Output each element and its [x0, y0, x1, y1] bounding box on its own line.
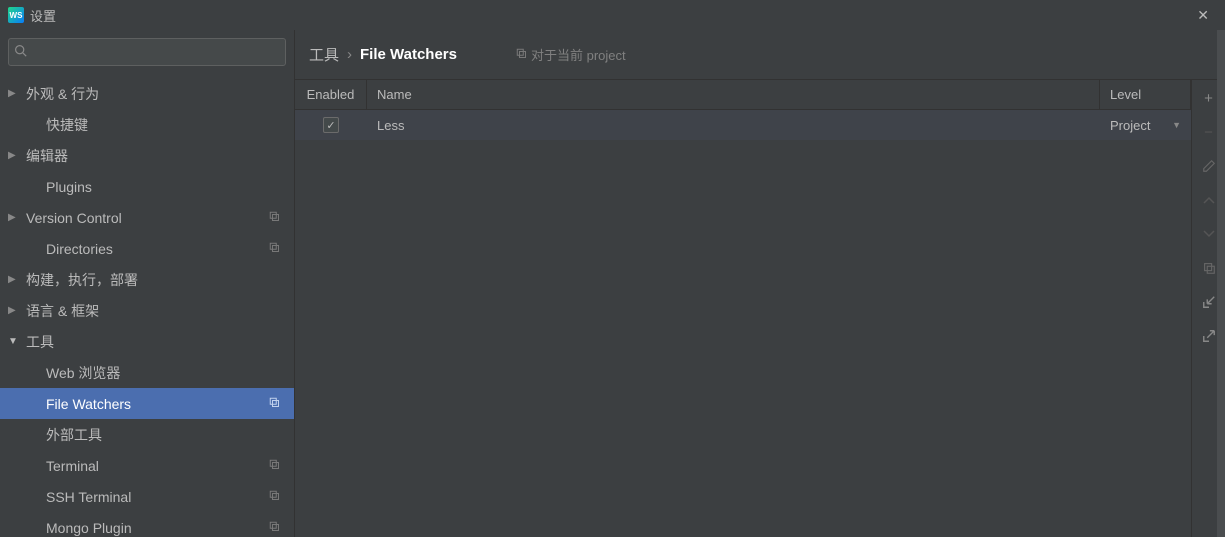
sidebar-item-7[interactable]: ▶语言 & 框架: [0, 295, 294, 326]
sidebar-item-5[interactable]: Directories: [0, 233, 294, 264]
sidebar-item-label: 语言 & 框架: [24, 301, 286, 321]
sidebar-item-label: Directories: [46, 241, 268, 257]
column-level[interactable]: Level: [1100, 80, 1191, 109]
sidebar-item-label: 编辑器: [24, 146, 286, 166]
sidebar-item-6[interactable]: ▶构建，执行，部署: [0, 264, 294, 295]
project-scope-icon: [268, 396, 286, 411]
project-scope-icon: [268, 210, 286, 225]
chevron-right-icon[interactable]: ▶: [8, 150, 24, 161]
enabled-checkbox[interactable]: ✓: [323, 117, 339, 133]
project-scope-icon: [268, 241, 286, 256]
chevron-down-icon[interactable]: ▼: [8, 336, 24, 347]
sidebar-item-label: SSH Terminal: [46, 489, 268, 505]
scope-label: 对于当前 project: [515, 45, 626, 64]
chevron-right-icon[interactable]: ▶: [8, 305, 24, 316]
search-input[interactable]: [8, 38, 286, 66]
sidebar-item-10[interactable]: File Watchers: [0, 388, 294, 419]
copy-icon: [515, 47, 527, 62]
table-body: ✓ Less Project ▼: [295, 110, 1191, 537]
project-scope-icon: [268, 458, 286, 473]
table-row[interactable]: ✓ Less Project ▼: [295, 110, 1191, 140]
sidebar-item-12[interactable]: Terminal: [0, 450, 294, 481]
sidebar-item-label: Version Control: [24, 210, 268, 226]
sidebar-item-label: 外观 & 行为: [24, 84, 286, 104]
breadcrumb-separator: ›: [347, 46, 352, 63]
row-name: Less: [367, 110, 1100, 140]
window-title: 设置: [30, 6, 56, 25]
search-icon: [14, 44, 27, 60]
sidebar-item-8[interactable]: ▼工具: [0, 326, 294, 357]
sidebar-item-9[interactable]: Web 浏览器: [0, 357, 294, 388]
scrollbar[interactable]: [1217, 30, 1225, 537]
chevron-right-icon[interactable]: ▶: [8, 212, 24, 223]
breadcrumb-current: File Watchers: [360, 46, 457, 63]
sidebar-item-14[interactable]: Mongo Plugin: [0, 512, 294, 537]
column-name[interactable]: Name: [367, 80, 1100, 109]
sidebar-item-label: Mongo Plugin: [46, 520, 268, 536]
titlebar: WS 设置 ✕: [0, 0, 1225, 30]
breadcrumb-parent[interactable]: 工具: [309, 44, 339, 65]
sidebar-item-13[interactable]: SSH Terminal: [0, 481, 294, 512]
sidebar-item-label: Terminal: [46, 458, 268, 474]
close-button[interactable]: ✕: [1189, 3, 1217, 28]
table-header: Enabled Name Level: [295, 80, 1191, 110]
column-enabled[interactable]: Enabled: [295, 80, 367, 109]
sidebar-item-2[interactable]: ▶编辑器: [0, 140, 294, 171]
breadcrumb: 工具 › File Watchers 对于当前 project: [295, 30, 1225, 79]
chevron-right-icon[interactable]: ▶: [8, 274, 24, 285]
content-panel: 工具 › File Watchers 对于当前 project Enabled …: [295, 30, 1225, 537]
sidebar-item-label: Web 浏览器: [46, 363, 286, 383]
sidebar-item-11[interactable]: 外部工具: [0, 419, 294, 450]
sidebar-item-label: Plugins: [46, 179, 286, 195]
sidebar-item-label: 外部工具: [46, 425, 286, 445]
sidebar-item-1[interactable]: 快捷键: [0, 109, 294, 140]
chevron-down-icon: ▼: [1172, 120, 1181, 130]
row-level-select[interactable]: Project ▼: [1100, 110, 1191, 140]
sidebar-item-label: 构建，执行，部署: [24, 270, 286, 290]
sidebar-item-0[interactable]: ▶外观 & 行为: [0, 78, 294, 109]
sidebar-item-label: 快捷键: [46, 115, 286, 135]
sidebar: ▶外观 & 行为快捷键▶编辑器Plugins▶Version ControlDi…: [0, 30, 295, 537]
settings-tree: ▶外观 & 行为快捷键▶编辑器Plugins▶Version ControlDi…: [0, 74, 294, 537]
sidebar-item-4[interactable]: ▶Version Control: [0, 202, 294, 233]
project-scope-icon: [268, 520, 286, 535]
sidebar-item-label: File Watchers: [46, 396, 268, 412]
app-icon: WS: [8, 7, 24, 23]
project-scope-icon: [268, 489, 286, 504]
sidebar-item-label: 工具: [24, 332, 286, 352]
sidebar-item-3[interactable]: Plugins: [0, 171, 294, 202]
chevron-right-icon[interactable]: ▶: [8, 88, 24, 99]
